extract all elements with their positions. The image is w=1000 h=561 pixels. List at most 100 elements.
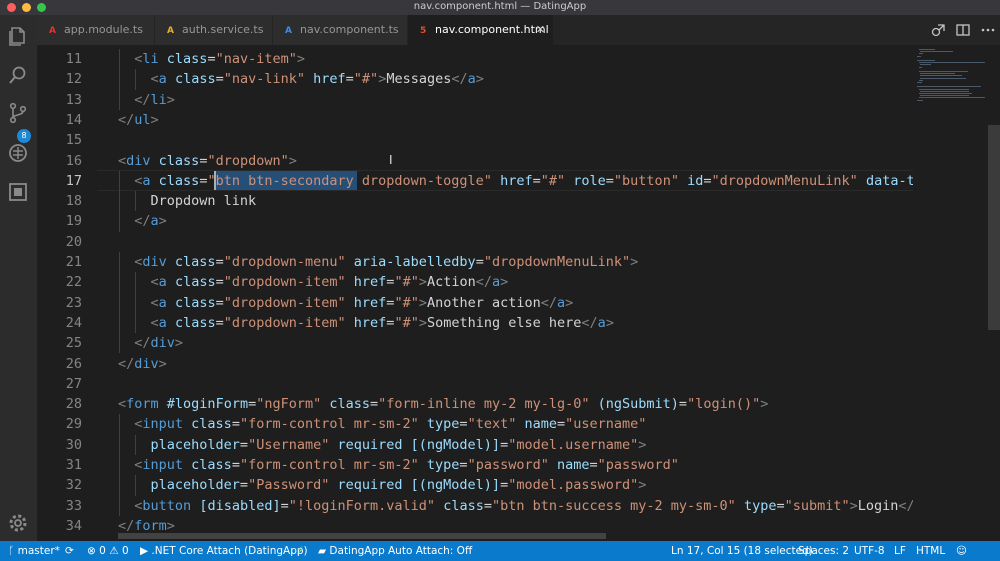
code-token: class [174, 274, 216, 291]
code-token: = [500, 436, 509, 453]
end-of-line[interactable]: LF [894, 541, 906, 561]
cursor-position[interactable]: Ln 17, Col 15 (18 selected) [671, 541, 813, 561]
line-number-gutter[interactable]: 11 12 13 14 15 16 17 18 19 20 21 22 23 24 25 26 27 28 29 30… [37, 45, 97, 541]
line-number: 28 [65, 396, 82, 413]
code-token: > [296, 51, 305, 67]
code-token: = [483, 497, 492, 514]
source-control-icon[interactable] [7, 102, 29, 124]
code-token: button [142, 497, 192, 514]
code-token: "btn btn-success my-2 my-sm-0" [491, 497, 736, 514]
extensions-icon[interactable] [7, 181, 29, 203]
code-token: = [557, 416, 566, 433]
code-token: = [605, 172, 614, 189]
code-editor[interactable]: 11 12 13 14 15 16 17 18 19 20 21 22 23 24 25 26 27 28 29 30… [37, 45, 1000, 541]
code-token: > [166, 517, 175, 534]
minimap-line [917, 86, 981, 88]
code-token: </ [898, 497, 913, 514]
angular-icon: A [167, 26, 174, 36]
code-token: Something else here [426, 314, 582, 331]
minimap-line [920, 77, 966, 79]
code-token: a [150, 213, 159, 230]
tab-nav-component-html[interactable]: 5 nav.component.html ✕ [408, 15, 554, 45]
code-token: a [467, 71, 476, 88]
code-token: #loginForm [166, 396, 249, 413]
code-area[interactable]: <li class="nav-item"> <a class="nav-link"… [118, 45, 913, 541]
files-icon[interactable] [7, 25, 29, 47]
code-token: "dropdownMenuLink" [711, 172, 858, 189]
close-tab-icon[interactable]: ✕ [536, 15, 545, 45]
code-token: < [150, 71, 159, 88]
code-line: <a class="nav-link" href="#">Messages</a… [151, 69, 484, 89]
indent-guide [119, 495, 120, 516]
code-token: "form-inline my-2 my-lg-0" [378, 396, 590, 413]
code-token: class [174, 71, 216, 88]
code-token: = [776, 497, 785, 514]
horizontal-scrollbar[interactable] [118, 533, 606, 539]
open-changes-icon[interactable] [930, 22, 946, 38]
indent-guide [119, 455, 120, 476]
line-number: 11 [65, 51, 82, 67]
code-token: id [687, 172, 704, 189]
code-token: placeholder [150, 477, 240, 494]
search-icon[interactable] [7, 64, 29, 86]
sync-icon[interactable]: ⟳ [65, 541, 74, 561]
debug-icon[interactable] [7, 142, 29, 164]
code-token: </ [540, 294, 558, 311]
minimap[interactable] [913, 45, 988, 541]
workspace-folder[interactable]: ▰ DatingApp [318, 541, 385, 561]
line-number: 20 [65, 233, 82, 250]
source-control-badge: 8 [17, 129, 31, 143]
minimap-line [920, 95, 969, 97]
problems-indicator[interactable]: ⊗ 0 ⚠ 0 [87, 541, 129, 561]
git-branch[interactable]: ᚴ master* [8, 541, 60, 561]
code-token: "model.password" [508, 477, 639, 494]
code-token: li [142, 51, 159, 67]
minimap-line [918, 88, 969, 90]
feedback-icon[interactable]: ☺ [956, 541, 967, 561]
code-token: > [166, 91, 175, 108]
code-token: required [337, 436, 403, 453]
code-token: a [158, 71, 167, 88]
line-number: 15 [65, 132, 82, 149]
minimap-line [918, 97, 985, 99]
more-actions-icon[interactable] [980, 22, 996, 38]
status-bar: ᚴ master* ⟳ ⊗ 0 ⚠ 0 ▶ .NET Core Attach (… [0, 541, 1000, 561]
indent-guide [119, 49, 120, 70]
line-number: 14 [65, 111, 82, 128]
debug-configuration[interactable]: ▶ .NET Core Attach (DatingApp) [140, 541, 308, 561]
encoding[interactable]: UTF-8 [854, 541, 885, 561]
code-token: form [134, 517, 167, 534]
title-bar: nav.component.html — DatingApp [0, 0, 1000, 15]
indentation[interactable]: Spaces: 2 [798, 541, 849, 561]
code-token: = [678, 396, 688, 413]
tab-app-module[interactable]: Aapp.module.ts [37, 15, 155, 45]
minimap-line [918, 71, 969, 72]
code-token: = [231, 416, 240, 433]
auto-attach-toggle[interactable]: Auto Attach: Off [388, 541, 472, 561]
text-cursor [214, 171, 216, 190]
line-number: 22 [65, 274, 82, 291]
live-share-icon[interactable]: ⚡ [296, 541, 303, 561]
language-mode[interactable]: HTML [916, 541, 945, 561]
line-number: 13 [65, 91, 82, 108]
editor-tab-bar: Aapp.module.ts Aauth.service.ts Anav.com… [37, 15, 1000, 45]
tab-nav-component-ts[interactable]: Anav.component.ts [273, 15, 408, 45]
tab-label: app.module.ts [64, 23, 143, 36]
code-token: href [353, 314, 387, 331]
code-token: "password" [597, 457, 679, 473]
split-editor-icon[interactable] [955, 22, 971, 38]
tab-auth-service[interactable]: Aauth.service.ts [155, 15, 273, 45]
code-token: li [150, 91, 167, 108]
code-token: </ [118, 355, 135, 372]
tab-label: nav.component.ts [300, 23, 399, 36]
code-token: required [337, 477, 403, 494]
gear-icon[interactable] [7, 512, 29, 534]
code-token: "username" [565, 416, 647, 433]
line-number: 19 [65, 213, 82, 230]
vertical-scrollbar[interactable] [988, 125, 1000, 330]
